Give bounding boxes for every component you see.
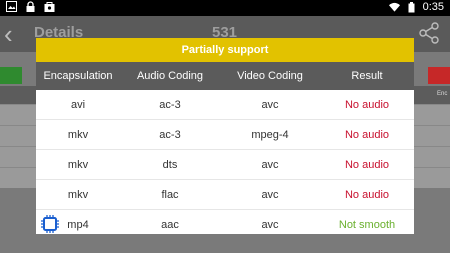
table-row: mp4 aac avc Not smooth <box>36 210 414 239</box>
status-bar: 0:35 <box>0 0 450 16</box>
status-time: 0:35 <box>422 1 444 13</box>
cell-encapsulation: mkv <box>67 128 89 141</box>
back-arrow-icon[interactable]: ‹ <box>4 20 13 48</box>
share-icon[interactable] <box>418 22 440 49</box>
cell-video-coding: avc <box>261 158 279 171</box>
cell-result: No audio <box>344 158 390 171</box>
column-header-audio-coding: Audio Coding <box>136 70 204 82</box>
background-green-band <box>0 67 22 84</box>
background-cell <box>0 167 36 188</box>
cell-encapsulation: mkv <box>67 158 89 171</box>
lock-icon <box>25 1 36 12</box>
background-cell <box>414 146 450 167</box>
cell-audio-coding: ac-3 <box>159 98 181 111</box>
background-cell <box>0 104 36 125</box>
background-red-band <box>428 67 450 84</box>
column-header-encapsulation: Encapsulation <box>43 70 113 82</box>
battery-icon <box>406 1 417 13</box>
cell-audio-coding: dts <box>162 158 178 171</box>
cell-audio-coding: aac <box>161 218 179 231</box>
cell-video-coding: avc <box>261 188 279 201</box>
cell-result: Not smooth <box>338 218 396 231</box>
table-row: mkv dts avc No audio <box>36 150 414 180</box>
store-icon <box>44 1 55 12</box>
cell-result: No audio <box>344 188 390 201</box>
table-header: Encapsulation Audio Coding Video Coding … <box>36 62 414 90</box>
background-right-label: Enc <box>437 91 448 97</box>
background-cell <box>414 167 450 188</box>
cell-result: No audio <box>344 98 390 111</box>
background-cell <box>414 125 450 146</box>
dialog-title: Partially support <box>36 38 414 62</box>
cell-audio-coding: ac-3 <box>159 128 181 141</box>
column-header-result: Result <box>351 70 383 82</box>
background-left-header <box>0 86 36 104</box>
cell-video-coding: avc <box>261 218 279 231</box>
wifi-icon <box>388 2 400 13</box>
cell-encapsulation: avi <box>70 98 86 111</box>
background-cell <box>0 125 36 146</box>
cell-audio-coding: flac <box>161 188 179 201</box>
image-notification-icon <box>6 1 17 12</box>
column-header-video-coding: Video Coding <box>237 70 303 82</box>
partial-support-dialog: Partially support Encapsulation Audio Co… <box>36 38 414 234</box>
table-row: mkv ac-3 mpeg-4 No audio <box>36 120 414 150</box>
background-cell <box>0 146 36 167</box>
cell-video-coding: avc <box>261 98 279 111</box>
table-row: avi ac-3 avc No audio <box>36 90 414 120</box>
chip-icon <box>40 214 60 237</box>
background-cell <box>414 104 450 125</box>
cell-result: No audio <box>344 128 390 141</box>
table-row: mkv flac avc No audio <box>36 180 414 210</box>
cell-video-coding: mpeg-4 <box>251 128 289 141</box>
cell-encapsulation: mkv <box>67 188 89 201</box>
